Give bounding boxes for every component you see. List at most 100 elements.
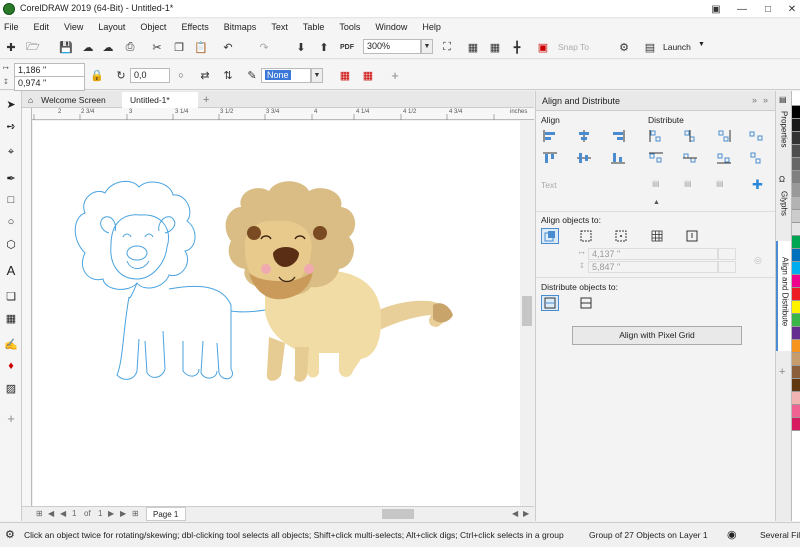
menu-bitmaps[interactable]: Bitmaps	[224, 22, 257, 32]
palette-swatch[interactable]	[792, 301, 800, 314]
transparency-tool-icon[interactable]: ▦	[2, 309, 20, 327]
first-page-icon[interactable]: ◀	[48, 509, 54, 518]
distribute-spacing-horizontal-icon[interactable]	[748, 129, 764, 143]
distribute-bottom-icon[interactable]	[716, 151, 732, 165]
distribute-to-page-icon[interactable]	[578, 296, 594, 310]
add-page-before-icon[interactable]: ⊞	[36, 509, 43, 518]
maximize-button[interactable]: □	[755, 0, 781, 18]
outline-pen-icon[interactable]: ✎	[243, 66, 261, 84]
launch-dropdown-icon[interactable]: ▼	[698, 41, 705, 48]
rotation-angle-input[interactable]: 0,0	[130, 68, 170, 83]
close-button[interactable]: ✕	[779, 0, 800, 18]
distribute-to-selection-icon[interactable]	[541, 295, 559, 311]
new-document-icon[interactable]: ✚	[2, 38, 20, 56]
text-align-first-baseline-icon[interactable]: ▤	[652, 179, 660, 188]
next-page-icon[interactable]: ▶	[108, 509, 114, 518]
docker-collapse-icon[interactable]: »	[763, 95, 768, 105]
align-bottom-icon[interactable]	[610, 151, 626, 165]
align-to-active-objects-icon[interactable]	[541, 228, 559, 244]
palette-swatch[interactable]	[792, 275, 800, 288]
text-align-last-baseline-icon[interactable]: ▤	[684, 179, 692, 188]
tab-align-and-distribute[interactable]: Align and Distribute	[776, 241, 792, 351]
convert-to-curves-icon[interactable]: ▦	[336, 66, 354, 84]
zoom-level-input[interactable]: 300%	[363, 39, 421, 54]
minimize-button[interactable]: —	[729, 0, 755, 18]
menu-object[interactable]: Object	[140, 22, 166, 32]
options-gear-icon[interactable]: ⚙	[615, 38, 633, 56]
vertical-scroll-thumb[interactable]	[522, 296, 532, 326]
palette-swatch[interactable]	[792, 340, 800, 353]
tab-glyphs[interactable]: Glyphs	[776, 175, 792, 235]
outline-width-select[interactable]: None	[261, 68, 311, 83]
y-position-input[interactable]: 0,974 "	[14, 76, 85, 91]
add-docker-icon[interactable]: +	[779, 366, 785, 378]
shape-tool-icon[interactable]: ➺	[2, 117, 20, 135]
page-1-tab[interactable]: Page 1	[146, 507, 186, 521]
distribute-spacing-vertical-icon[interactable]	[748, 151, 764, 165]
palette-swatch[interactable]	[792, 392, 800, 405]
menu-table[interactable]: Table	[303, 22, 325, 32]
text-align-outline-icon[interactable]: ✚	[752, 177, 763, 193]
palette-swatch[interactable]	[792, 184, 800, 197]
palette-swatch[interactable]	[792, 132, 800, 145]
menu-effects[interactable]: Effects	[181, 22, 208, 32]
eyedropper-tool-icon[interactable]: ✍	[2, 335, 20, 353]
align-y-coordinate-input[interactable]: 5,847 "	[588, 261, 718, 273]
launch-menu[interactable]: Launch	[663, 42, 691, 52]
palette-swatch[interactable]	[792, 405, 800, 418]
palette-swatch[interactable]	[792, 223, 800, 236]
text-align-bbox-icon[interactable]: ▤	[716, 179, 724, 188]
menu-window[interactable]: Window	[375, 22, 407, 32]
docker-expand-icon[interactable]: »	[752, 95, 757, 105]
last-page-icon[interactable]: ▶	[120, 509, 126, 518]
align-top-icon[interactable]	[542, 151, 558, 165]
palette-swatch[interactable]	[792, 379, 800, 392]
drop-shadow-tool-icon[interactable]: ❏	[2, 287, 20, 305]
ellipse-tool-icon[interactable]: ○	[2, 213, 20, 231]
guidelines-icon[interactable]: ╋	[508, 38, 526, 56]
mirror-vertical-icon[interactable]: ⇅	[219, 66, 237, 84]
y-stepper[interactable]	[718, 261, 736, 273]
vertical-ruler[interactable]	[22, 108, 32, 506]
align-to-specified-point-icon[interactable]	[684, 229, 700, 243]
smart-fill-tool-icon[interactable]: ▨	[2, 379, 20, 397]
align-left-icon[interactable]	[542, 129, 558, 143]
menu-layout[interactable]: Layout	[98, 22, 125, 32]
crop-tool-icon[interactable]: ⌖	[2, 143, 20, 161]
palette-swatch[interactable]	[792, 353, 800, 366]
pick-tool-icon[interactable]: ➤	[2, 95, 20, 113]
align-right-icon[interactable]	[610, 129, 626, 143]
add-page-after-icon[interactable]: ⊞	[132, 509, 139, 518]
polygon-tool-icon[interactable]: ⬡	[2, 235, 20, 253]
palette-swatch[interactable]	[792, 314, 800, 327]
account-icon[interactable]: ▣	[703, 0, 729, 18]
palette-swatch[interactable]	[792, 210, 800, 223]
grid-icon[interactable]: ▦	[486, 38, 504, 56]
tab-untitled-1[interactable]: Untitled-1*	[122, 92, 198, 108]
vertical-scrollbar[interactable]	[520, 121, 534, 506]
cloud-download-icon[interactable]: ☁	[99, 38, 117, 56]
tab-properties[interactable]: Properties	[776, 95, 792, 167]
x-stepper[interactable]	[718, 248, 736, 260]
distribute-right-icon[interactable]	[716, 129, 732, 143]
cloud-upload-icon[interactable]: ☁	[79, 38, 97, 56]
palette-swatch[interactable]	[792, 366, 800, 379]
menu-edit[interactable]: Edit	[34, 22, 50, 32]
distribute-top-icon[interactable]	[648, 151, 664, 165]
distribute-center-icon[interactable]	[682, 129, 698, 143]
save-icon[interactable]: 💾	[57, 38, 75, 56]
palette-swatch[interactable]	[792, 93, 800, 106]
align-to-grid-icon[interactable]	[649, 229, 665, 243]
palette-swatch[interactable]	[792, 197, 800, 210]
undo-icon[interactable]: ↶	[219, 38, 237, 56]
scroll-left-icon[interactable]: ◀	[512, 509, 518, 518]
palette-swatch[interactable]	[792, 262, 800, 275]
export-icon[interactable]: ⬆	[315, 38, 333, 56]
freehand-tool-icon[interactable]: ✒	[2, 169, 20, 187]
snap-to-menu[interactable]: Snap To	[558, 42, 589, 52]
full-screen-icon[interactable]: ⛶	[438, 38, 456, 56]
snap-toggle-icon[interactable]: ▣	[534, 38, 552, 56]
menu-help[interactable]: Help	[422, 22, 441, 32]
open-icon[interactable]: 🗁	[24, 38, 42, 56]
zoom-dropdown-icon[interactable]: ▼	[421, 39, 433, 54]
